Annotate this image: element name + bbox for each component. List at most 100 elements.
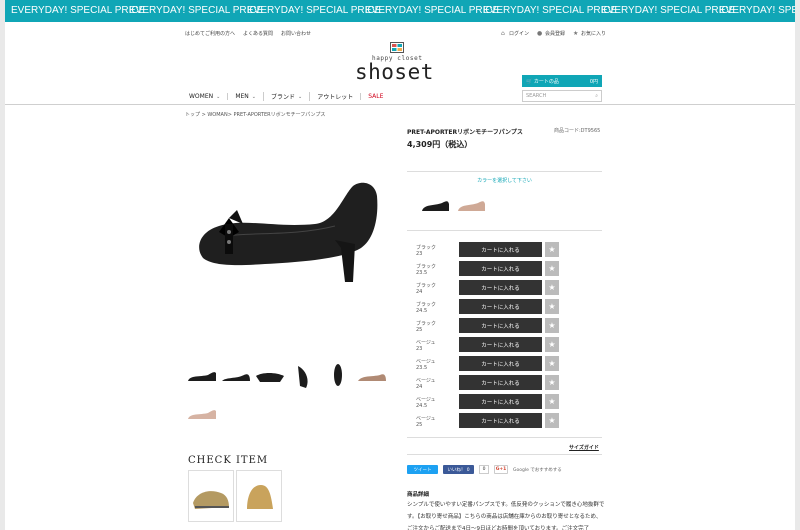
favorite-star-icon[interactable]: ★ bbox=[545, 261, 559, 276]
search-input[interactable]: SEARCH ⌕ bbox=[522, 90, 602, 102]
check-item[interactable] bbox=[188, 470, 234, 522]
cart-icon: 🛒 bbox=[526, 78, 533, 85]
gplus-text: Google でおすすめする bbox=[513, 467, 562, 473]
product-code: 商品コード:DT9565 bbox=[554, 128, 601, 134]
variant-label: ブラック 24.5 bbox=[407, 302, 459, 314]
favorites-label: お気に入り bbox=[581, 31, 607, 37]
favorites-link[interactable]: ★ お気に入り bbox=[573, 30, 606, 37]
variant-size: 24.5 bbox=[416, 307, 428, 314]
faq-link[interactable]: よくある質問 bbox=[243, 30, 273, 37]
contact-link[interactable]: お問い合わせ bbox=[281, 30, 311, 37]
variant-label: ベージュ 25 bbox=[407, 416, 459, 428]
gplus-button[interactable]: G+1 bbox=[494, 465, 508, 474]
add-to-cart-button[interactable]: カートに入れる bbox=[459, 375, 542, 390]
divider bbox=[407, 454, 602, 455]
site-logo[interactable]: shoset bbox=[355, 60, 434, 84]
thumb-shoe-icon bbox=[188, 372, 216, 381]
nav-women[interactable]: WOMEN ⌄ bbox=[185, 93, 227, 100]
color-swatch-beige[interactable] bbox=[455, 193, 487, 219]
breadcrumb[interactable]: トップ > WOMAN> PRET-APORTERリボンモチーフパンプス bbox=[185, 111, 325, 118]
user-icon: ● bbox=[537, 29, 543, 37]
thumbnail[interactable] bbox=[253, 360, 287, 394]
like-button[interactable]: いいね！ 0 bbox=[443, 465, 474, 474]
cart-label-text: カートの品 bbox=[533, 78, 559, 85]
variant-size: 23 bbox=[416, 345, 423, 352]
add-to-cart-button[interactable]: カートに入れる bbox=[459, 337, 542, 352]
variant-row: ベージュ 24.5 カートに入れる ★ bbox=[407, 393, 602, 412]
thumb-shoe-icon bbox=[222, 374, 250, 381]
like-label: いいね！ 0 bbox=[447, 467, 470, 473]
thumb-shoe-icon bbox=[334, 364, 342, 386]
thumbnail[interactable] bbox=[185, 360, 219, 394]
detail-heading: 商品詳細 bbox=[407, 492, 430, 498]
nav-outlet[interactable]: アウトレット bbox=[309, 92, 360, 101]
nav-brand[interactable]: ブランド ⌄ bbox=[263, 92, 309, 101]
nav-outlet-label: アウトレット bbox=[317, 94, 354, 101]
favorite-star-icon[interactable]: ★ bbox=[545, 356, 559, 371]
add-to-cart-button[interactable]: カートに入れる bbox=[459, 299, 542, 314]
logo-mark-icon bbox=[390, 42, 404, 53]
search-icon[interactable]: ⌕ bbox=[595, 93, 598, 99]
add-to-cart-button[interactable]: カートに入れる bbox=[459, 261, 542, 276]
size-guide-link[interactable]: サイズガイド bbox=[569, 444, 599, 451]
product-name: PRET-APORTERリボンモチーフパンプス bbox=[407, 129, 523, 136]
color-swatch-black[interactable] bbox=[419, 193, 451, 219]
thumbnail[interactable] bbox=[219, 360, 253, 394]
favorite-star-icon[interactable]: ★ bbox=[545, 280, 559, 295]
nav-men[interactable]: MEN ⌄ bbox=[227, 93, 263, 100]
favorite-star-icon[interactable]: ★ bbox=[545, 299, 559, 314]
add-to-cart-button[interactable]: カートに入れる bbox=[459, 413, 542, 428]
ticker-item: EVERYDAY! SPECIAL PRICE bbox=[247, 5, 382, 16]
nav-sale[interactable]: SALE bbox=[360, 93, 390, 100]
detail-body: シンプルで使いやすい定番パンプスです。低反発のクッションで履き心地抜群です。【お… bbox=[407, 502, 605, 530]
add-to-cart-button[interactable]: カートに入れる bbox=[459, 356, 542, 371]
cart-label: 🛒 カートの品 bbox=[526, 78, 559, 85]
cart-button[interactable]: 🛒 カートの品 0円 bbox=[522, 75, 602, 87]
thumbnail-gallery bbox=[185, 360, 389, 432]
variant-list: ブラック 23 カートに入れる ★ ブラック 23.5 カートに入れる ★ ブラック 24 カートに… bbox=[407, 241, 602, 431]
nav-women-label: WOMEN bbox=[189, 93, 214, 100]
thumbnail[interactable] bbox=[287, 360, 321, 394]
variant-label: ブラック 23 bbox=[407, 245, 459, 257]
thumbnail[interactable] bbox=[185, 398, 219, 432]
register-link[interactable]: ● 会員登録 bbox=[537, 30, 565, 37]
divider bbox=[407, 171, 602, 172]
add-to-cart-button[interactable]: カートに入れる bbox=[459, 394, 542, 409]
promo-ticker[interactable]: EVERYDAY! SPECIAL PRICE EVERYDAY! SPECIA… bbox=[5, 0, 795, 22]
product-main-image[interactable] bbox=[185, 140, 395, 300]
thumbnail[interactable] bbox=[321, 360, 355, 394]
thumb-shoe-icon bbox=[298, 366, 308, 388]
black-shoe-swatch-icon bbox=[422, 201, 449, 211]
product-price: 4,309円（税込） bbox=[407, 140, 473, 149]
chevron-down-icon: ⌄ bbox=[216, 93, 221, 100]
guide-link[interactable]: はじめてご利用の方へ bbox=[185, 30, 235, 37]
thumbnail[interactable] bbox=[355, 360, 389, 394]
register-label: 会員登録 bbox=[545, 31, 566, 37]
add-to-cart-button[interactable]: カートに入れる bbox=[459, 242, 542, 257]
color-prompt: カラーを選択して下さい bbox=[477, 178, 532, 184]
favorite-star-icon[interactable]: ★ bbox=[545, 394, 559, 409]
add-to-cart-button[interactable]: カートに入れる bbox=[459, 280, 542, 295]
favorite-star-icon[interactable]: ★ bbox=[545, 413, 559, 428]
ticker-item: EVERYDAY! SPECIAL PRICE bbox=[129, 5, 264, 16]
check-item[interactable] bbox=[236, 470, 282, 522]
login-link[interactable]: ⌂ ログイン bbox=[501, 30, 529, 37]
thumb-shoe-icon bbox=[256, 373, 284, 382]
check-item-list bbox=[188, 470, 282, 522]
variant-size: 23.5 bbox=[416, 364, 428, 371]
variant-row: ベージュ 23 カートに入れる ★ bbox=[407, 336, 602, 355]
gplus-label: G+1 bbox=[495, 467, 507, 472]
favorite-star-icon[interactable]: ★ bbox=[545, 318, 559, 333]
favorite-star-icon[interactable]: ★ bbox=[545, 242, 559, 257]
variant-label: ブラック 25 bbox=[407, 321, 459, 333]
utility-links: はじめてご利用の方へ よくある質問 お問い合わせ bbox=[185, 30, 311, 37]
tweet-button[interactable]: ツイート bbox=[407, 465, 438, 474]
thumb-shoe-icon bbox=[188, 410, 216, 419]
variant-row: ブラック 23 カートに入れる ★ bbox=[407, 241, 602, 260]
cart-amount: 0円 bbox=[589, 78, 598, 85]
variant-row: ベージュ 23.5 カートに入れる ★ bbox=[407, 355, 602, 374]
social-buttons: ツイート いいね！ 0 0 G+1 Google でおすすめする bbox=[407, 465, 562, 474]
favorite-star-icon[interactable]: ★ bbox=[545, 337, 559, 352]
favorite-star-icon[interactable]: ★ bbox=[545, 375, 559, 390]
add-to-cart-button[interactable]: カートに入れる bbox=[459, 318, 542, 333]
